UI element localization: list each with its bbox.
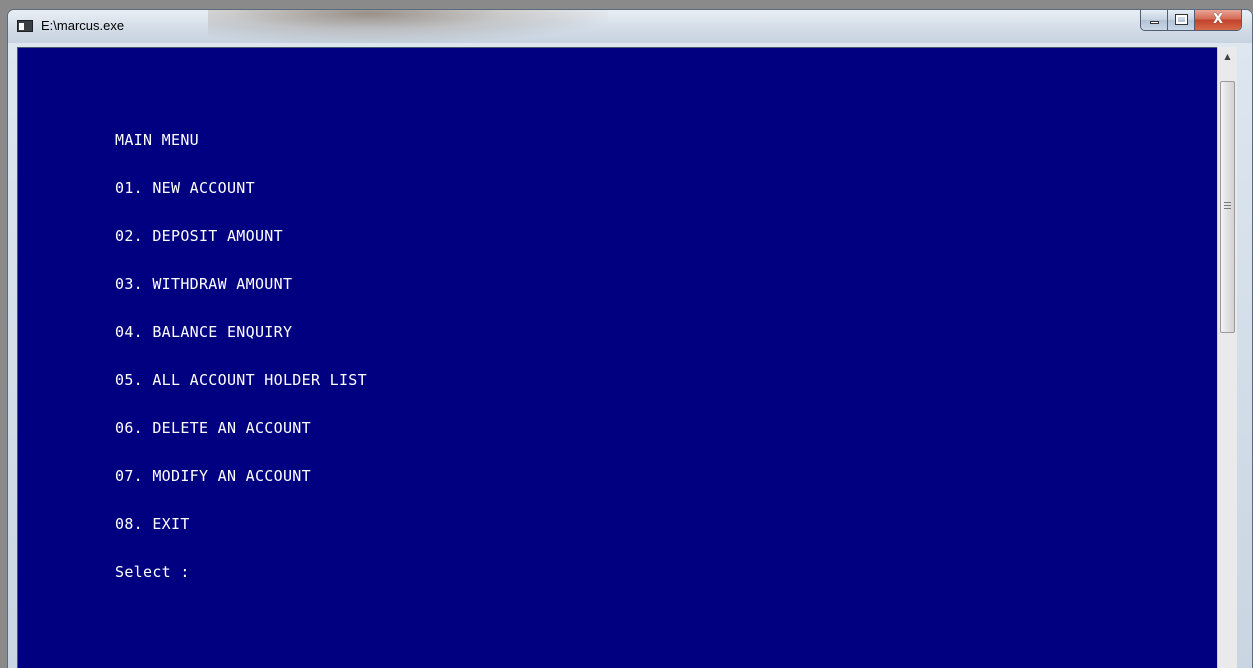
console-window: E:\marcus.exe X MAIN MENU 01. NEW ACCOUN… [7,9,1253,668]
menu-item-all-account-holder-list: 05. ALL ACCOUNT HOLDER LIST [115,371,367,389]
window-controls: X [1140,10,1242,31]
minimize-button[interactable] [1141,10,1168,30]
menu-heading: MAIN MENU [115,131,199,149]
scroll-thumb[interactable] [1220,81,1235,333]
select-prompt[interactable]: Select : [115,563,367,611]
console-app-icon[interactable] [17,20,33,32]
scroll-grip-icon [1224,202,1231,209]
maximize-button[interactable] [1168,10,1195,30]
minimize-icon [1150,21,1159,24]
menu-item-exit: 08. EXIT [115,515,190,533]
menu-item-withdraw-amount: 03. WITHDRAW AMOUNT [115,275,293,293]
close-button[interactable]: X [1195,10,1241,30]
vertical-scrollbar[interactable]: ▲ [1217,47,1237,668]
window-title: E:\marcus.exe [41,18,125,33]
title-bar[interactable]: E:\marcus.exe X [8,10,1252,43]
menu-item-deposit-amount: 02. DEPOSIT AMOUNT [115,227,283,245]
close-icon: X [1212,12,1224,27]
console-output[interactable]: MAIN MENU 01. NEW ACCOUNT 02. DEPOSIT AM… [17,47,1217,668]
menu-item-new-account: 01. NEW ACCOUNT [115,179,255,197]
scroll-up-arrow-icon[interactable]: ▲ [1218,47,1237,67]
main-menu: MAIN MENU 01. NEW ACCOUNT 02. DEPOSIT AM… [115,131,367,611]
menu-item-balance-enquiry: 04. BALANCE ENQUIRY [115,323,293,341]
menu-item-modify-account: 07. MODIFY AN ACCOUNT [115,467,311,485]
title-bar-background [208,10,608,43]
maximize-icon [1175,14,1188,25]
menu-item-delete-account: 06. DELETE AN ACCOUNT [115,419,311,437]
